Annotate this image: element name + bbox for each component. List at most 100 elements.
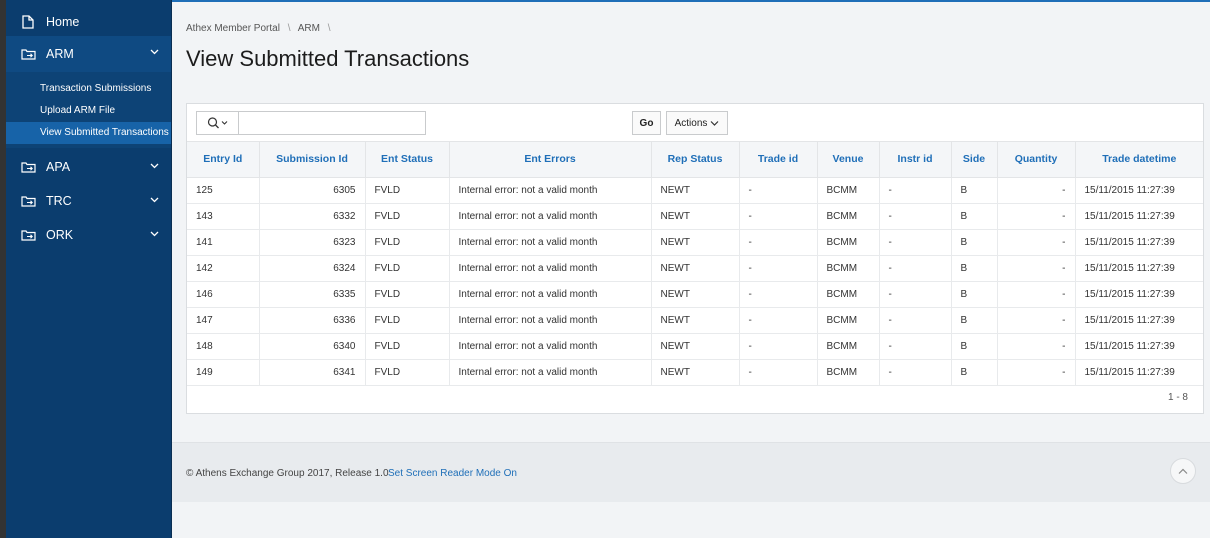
report-region: Go Actions Entry Id Submission Id Ent St… — [186, 103, 1204, 414]
sidebar-item-apa[interactable]: APA — [6, 150, 171, 184]
cell-trade-datetime: 15/11/2015 11:27:39 — [1075, 255, 1203, 282]
chevron-down-icon[interactable] — [150, 47, 159, 56]
breadcrumb-separator: \ — [327, 23, 331, 34]
cell-trade-datetime: 15/11/2015 11:27:39 — [1075, 333, 1203, 360]
column-header-ent-errors[interactable]: Ent Errors — [449, 142, 652, 178]
cell-instr-id: - — [879, 203, 952, 230]
cell-venue: BCMM — [817, 229, 880, 256]
cell-trade-id: - — [739, 229, 818, 256]
cell-rep-status: NEWT — [651, 229, 740, 256]
cell-ent-status: FVLD — [365, 333, 450, 360]
cell-trade-id: - — [739, 307, 818, 334]
cell-ent-errors: Internal error: not a valid month — [449, 255, 652, 282]
column-header-quantity[interactable]: Quantity — [997, 142, 1076, 178]
folder-arrow-icon — [20, 228, 36, 242]
cell-trade-datetime: 15/11/2015 11:27:39 — [1075, 359, 1203, 386]
cell-trade-datetime: 15/11/2015 11:27:39 — [1075, 307, 1203, 334]
cell-side: B — [951, 229, 998, 256]
sidebar-item-arm[interactable]: ARM — [6, 36, 171, 72]
column-header-ent-status[interactable]: Ent Status — [365, 142, 450, 178]
breadcrumb-item-portal[interactable]: Athex Member Portal — [186, 23, 280, 34]
cell-trade-datetime: 15/11/2015 11:27:39 — [1075, 281, 1203, 308]
column-header-submission-id[interactable]: Submission Id — [259, 142, 366, 178]
cell-venue: BCMM — [817, 177, 880, 204]
breadcrumb: Athex Member Portal \ ARM \ — [186, 23, 336, 34]
cell-submission-id: 6341 — [259, 359, 366, 386]
cell-rep-status: NEWT — [651, 255, 740, 282]
search-input[interactable] — [241, 112, 425, 134]
chevron-down-icon[interactable] — [150, 229, 159, 238]
report-toolbar: Go Actions — [187, 104, 1203, 142]
cell-ent-errors: Internal error: not a valid month — [449, 333, 652, 360]
sidebar-item-home[interactable]: Home — [6, 8, 171, 36]
copyright-text: © Athens Exchange Group 2017, Release 1.… — [186, 468, 389, 479]
table-header-row: Entry Id Submission Id Ent Status Ent Er… — [187, 142, 1203, 178]
chevron-down-icon[interactable] — [150, 195, 159, 204]
cell-venue: BCMM — [817, 255, 880, 282]
column-header-entry-id[interactable]: Entry Id — [187, 142, 260, 178]
sidebar-item-label: ARM — [46, 47, 74, 61]
folder-arrow-icon — [20, 47, 36, 61]
sidebar-item-label: APA — [46, 160, 71, 174]
sidebar-subitem-transaction-submissions[interactable]: Transaction Submissions — [6, 78, 171, 100]
chevron-down-icon — [710, 120, 719, 126]
cell-ent-errors: Internal error: not a valid month — [449, 307, 652, 334]
top-accent-line — [172, 0, 1210, 2]
cell-entry-id: 147 — [187, 307, 260, 334]
screen-reader-mode-link[interactable]: Set Screen Reader Mode On — [388, 468, 517, 479]
cell-venue: BCMM — [817, 203, 880, 230]
cell-submission-id: 6324 — [259, 255, 366, 282]
column-header-trade-id[interactable]: Trade id — [739, 142, 818, 178]
cell-instr-id: - — [879, 359, 952, 386]
go-button[interactable]: Go — [632, 111, 661, 135]
arm-submenu: Transaction Submissions Upload ARM File … — [6, 72, 171, 148]
column-header-side[interactable]: Side — [951, 142, 998, 178]
cell-trade-id: - — [739, 255, 818, 282]
search-icon — [207, 117, 227, 129]
search-column-button[interactable] — [197, 112, 239, 134]
chevron-down-icon[interactable] — [150, 161, 159, 170]
cell-entry-id: 141 — [187, 229, 260, 256]
cell-ent-errors: Internal error: not a valid month — [449, 359, 652, 386]
table-body: 125 6305 FVLD Internal error: not a vali… — [187, 177, 1203, 386]
cell-rep-status: NEWT — [651, 307, 740, 334]
column-header-rep-status[interactable]: Rep Status — [651, 142, 740, 178]
transactions-table: Entry Id Submission Id Ent Status Ent Er… — [187, 142, 1203, 386]
cell-venue: BCMM — [817, 281, 880, 308]
cell-entry-id: 148 — [187, 333, 260, 360]
column-header-instr-id[interactable]: Instr id — [879, 142, 952, 178]
cell-ent-status: FVLD — [365, 281, 450, 308]
cell-quantity: - — [997, 229, 1076, 256]
sidebar-item-trc[interactable]: TRC — [6, 184, 171, 218]
cell-trade-id: - — [739, 203, 818, 230]
cell-rep-status: NEWT — [651, 359, 740, 386]
breadcrumb-separator: \ — [287, 23, 291, 34]
column-header-venue[interactable]: Venue — [817, 142, 880, 178]
cell-ent-status: FVLD — [365, 177, 450, 204]
cell-rep-status: NEWT — [651, 203, 740, 230]
cell-ent-errors: Internal error: not a valid month — [449, 203, 652, 230]
cell-quantity: - — [997, 333, 1076, 360]
cell-ent-status: FVLD — [365, 255, 450, 282]
cell-side: B — [951, 307, 998, 334]
folder-arrow-icon — [20, 194, 36, 208]
cell-entry-id: 125 — [187, 177, 260, 204]
cell-side: B — [951, 359, 998, 386]
table-row: 149 6341 FVLD Internal error: not a vali… — [187, 359, 1203, 386]
sidebar-subitem-upload-arm-file[interactable]: Upload ARM File — [6, 100, 171, 122]
column-header-trade-datetime[interactable]: Trade datetime — [1075, 142, 1203, 178]
cell-ent-status: FVLD — [365, 229, 450, 256]
cell-rep-status: NEWT — [651, 333, 740, 360]
breadcrumb-item-arm[interactable]: ARM — [298, 23, 320, 34]
actions-menu-button[interactable]: Actions — [666, 111, 728, 135]
sidebar-subitem-view-submitted-transactions[interactable]: View Submitted Transactions — [6, 122, 171, 144]
scroll-to-top-button[interactable] — [1170, 458, 1196, 484]
page-icon — [20, 15, 36, 29]
cell-rep-status: NEWT — [651, 177, 740, 204]
cell-ent-status: FVLD — [365, 307, 450, 334]
sidebar-item-ork[interactable]: ORK — [6, 218, 171, 252]
cell-trade-id: - — [739, 333, 818, 360]
cell-trade-datetime: 15/11/2015 11:27:39 — [1075, 203, 1203, 230]
cell-trade-datetime: 15/11/2015 11:27:39 — [1075, 177, 1203, 204]
cell-ent-errors: Internal error: not a valid month — [449, 177, 652, 204]
